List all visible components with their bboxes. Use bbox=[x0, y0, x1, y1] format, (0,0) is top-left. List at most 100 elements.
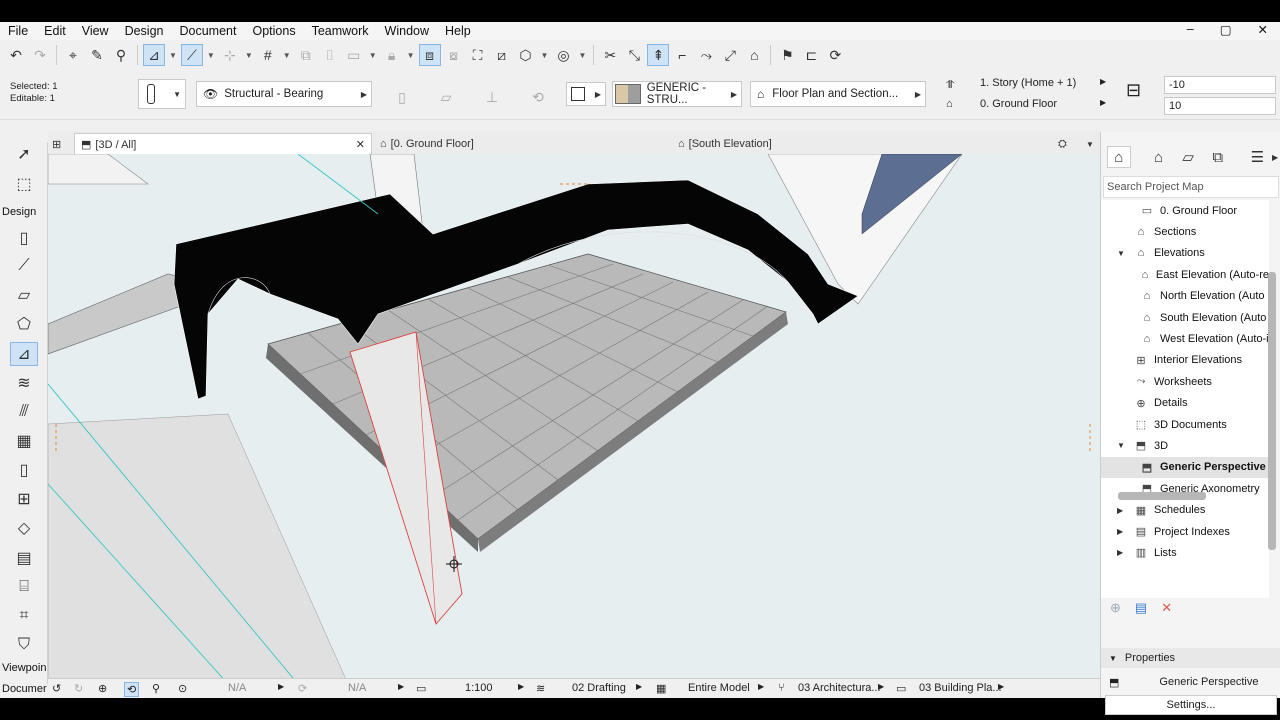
building-material-dropdown[interactable]: GENERIC - STRU... ▶ bbox=[612, 81, 742, 107]
floor-plan-display-dropdown[interactable]: ⌂ Floor Plan and Section... ▶ bbox=[750, 81, 926, 107]
shell-tool-icon[interactable]: ⌗ bbox=[10, 604, 38, 628]
tree-item[interactable]: ⌂ East Elevation (Auto-re bbox=[1101, 264, 1269, 285]
close-icon[interactable]: ✕ bbox=[356, 138, 365, 151]
tree-item[interactable]: ⌂ North Elevation (Auto bbox=[1101, 286, 1269, 307]
navigator-menu-icon[interactable]: ☰ bbox=[1246, 146, 1270, 168]
search-project-map-input[interactable]: Search Project Map bbox=[1103, 176, 1279, 198]
chevron-right-icon[interactable]: ▶ bbox=[518, 682, 524, 691]
ungroup-icon[interactable]: ⧇ bbox=[443, 44, 465, 66]
fit-in-window-icon[interactable]: ⊙ bbox=[178, 682, 187, 695]
zoom-in-icon[interactable]: ⊕ bbox=[98, 682, 107, 695]
fill-pattern-button[interactable]: ▶ bbox=[566, 82, 606, 106]
mesh-tool-icon[interactable]: ⊿ bbox=[10, 342, 38, 366]
view-map-icon[interactable]: ⌂ bbox=[1147, 146, 1171, 168]
door-tool-icon[interactable]: ▯ bbox=[10, 458, 38, 482]
home-story-value[interactable]: 1. Story (Home + 1) bbox=[980, 77, 1076, 89]
project-map-icon[interactable]: ⌂ bbox=[1107, 146, 1131, 168]
walk-icon[interactable]: ⚲ bbox=[152, 682, 160, 695]
suspend-groups-icon[interactable]: ⛶ bbox=[467, 44, 489, 66]
fillet-icon[interactable]: ⌐ bbox=[671, 44, 693, 66]
chevron-right-icon[interactable]: ▶ bbox=[636, 682, 642, 691]
roof-tool-icon[interactable]: ⬠ bbox=[10, 312, 38, 336]
morph-tool-icon[interactable]: ⛉ bbox=[10, 633, 38, 657]
lock-icon[interactable]: 🔒︎ bbox=[381, 44, 403, 66]
slanted-column-icon[interactable]: ▱ bbox=[435, 86, 457, 108]
orbit-icon[interactable]: ⟲ bbox=[124, 682, 140, 697]
inject-parameters-icon[interactable]: ✎ bbox=[86, 44, 108, 66]
marquee-tool-icon[interactable]: ⬚ bbox=[10, 172, 38, 196]
tree-item[interactable]: ▭ 0. Ground Floor bbox=[1101, 200, 1269, 221]
tab-ground-floor[interactable]: ⌂ [0. Ground Floor] bbox=[378, 133, 668, 155]
redo-icon[interactable]: ↷ bbox=[29, 44, 51, 66]
pick-up-parameters-icon[interactable]: ⌖ bbox=[62, 44, 84, 66]
chevron-down-icon[interactable]: ▼ bbox=[407, 51, 415, 60]
chevron-right-icon[interactable]: ▶ bbox=[1269, 146, 1280, 168]
menu-view[interactable]: View bbox=[74, 24, 117, 38]
tab-3d-all[interactable]: ⬒ [3D / All] ✕ bbox=[74, 133, 372, 155]
3d-navigation-icon[interactable]: ⬡ bbox=[515, 44, 537, 66]
undo-view-icon[interactable]: ↺ bbox=[52, 682, 61, 695]
stair-tool-icon[interactable]: ≋ bbox=[10, 371, 38, 395]
column-settings-button[interactable]: ▼ bbox=[138, 79, 186, 109]
split-icon[interactable]: ⤳ bbox=[695, 44, 717, 66]
navigator-vertical-scrollbar[interactable] bbox=[1268, 272, 1276, 550]
tree-item[interactable]: ⌂ West Elevation (Auto-i bbox=[1101, 328, 1269, 349]
resize-icon[interactable]: ⤢ bbox=[719, 44, 741, 66]
trace-icon[interactable]: ⧉ bbox=[295, 44, 317, 66]
guide-lines-icon[interactable]: ⟋ bbox=[180, 44, 203, 66]
menu-edit[interactable]: Edit bbox=[36, 24, 74, 38]
navigator-horizontal-scrollbar[interactable] bbox=[1118, 492, 1206, 500]
scale-value[interactable]: 1:100 bbox=[465, 682, 493, 694]
chevron-right-icon[interactable]: ▶ bbox=[758, 682, 764, 691]
zoom-value[interactable]: N/A bbox=[228, 682, 246, 694]
chevron-down-icon[interactable]: ▼ bbox=[1117, 249, 1127, 258]
grid-snap-icon[interactable]: # bbox=[257, 44, 279, 66]
slab-tool-icon[interactable]: ▱ bbox=[10, 283, 38, 307]
pen-set-value[interactable]: 03 Building Pla... bbox=[919, 682, 1002, 694]
bottom-offset-input[interactable]: 10 bbox=[1164, 97, 1276, 115]
layout-book-icon[interactable]: ▱ bbox=[1176, 146, 1200, 168]
chevron-right-icon[interactable]: ▶ bbox=[1117, 527, 1127, 536]
menu-file[interactable]: File bbox=[0, 24, 36, 38]
column-anchor-icon[interactable]: ⊥ bbox=[481, 86, 503, 108]
menu-help[interactable]: Help bbox=[437, 24, 479, 38]
chevron-down-icon[interactable]: ▼ bbox=[541, 51, 549, 60]
minimize-button[interactable]: – bbox=[1179, 22, 1202, 37]
rotation-icon[interactable]: ⟳ bbox=[298, 682, 307, 695]
tree-item[interactable]: ▼ ⬒ 3D bbox=[1101, 435, 1269, 456]
design-section-label[interactable]: Design bbox=[2, 206, 36, 218]
3d-viewport[interactable] bbox=[48, 154, 1100, 684]
3d-model-drawing[interactable] bbox=[48, 154, 1100, 684]
reference-icon[interactable]: ▭ bbox=[343, 44, 365, 66]
flag-icon[interactable]: ⚑ bbox=[776, 44, 798, 66]
chevron-right-icon[interactable]: ▶ bbox=[1117, 548, 1127, 557]
renovation-filter-value[interactable]: 03 Architectura... bbox=[798, 682, 881, 694]
group-icon[interactable]: ⧈ bbox=[418, 44, 441, 66]
window-tool-icon[interactable]: ⊞ bbox=[10, 487, 38, 511]
column-geometry-icon[interactable]: ▯ bbox=[391, 86, 413, 108]
tree-item[interactable]: ⊕ Details bbox=[1101, 393, 1269, 414]
restore-button[interactable]: ▢ bbox=[1212, 22, 1240, 37]
layer-combination-value[interactable]: 02 Drafting bbox=[572, 682, 626, 694]
trim-icon[interactable]: ✂ bbox=[599, 44, 621, 66]
tree-item[interactable]: ⬒ Generic Perspective bbox=[1101, 456, 1269, 478]
curtain-wall-tool-icon[interactable]: ▦ bbox=[10, 429, 38, 453]
offset-icon[interactable]: ⇞ bbox=[647, 44, 670, 66]
menu-document[interactable]: Document bbox=[172, 24, 245, 38]
tree-item[interactable]: ▶ ▥ Lists bbox=[1101, 542, 1269, 563]
view-options-icon[interactable]: ⛭ bbox=[1058, 133, 1067, 155]
publisher-sets-icon[interactable]: ⧉ bbox=[1206, 146, 1230, 168]
beam-tool-icon[interactable]: ⟋ bbox=[10, 254, 38, 278]
align-icon[interactable]: ⊏ bbox=[800, 44, 822, 66]
skylight-tool-icon[interactable]: ◇ bbox=[10, 516, 38, 540]
settings-button[interactable]: Settings... bbox=[1105, 695, 1277, 715]
tree-item[interactable]: ⌂ Sections bbox=[1101, 221, 1269, 242]
column-tool-icon[interactable]: ▯ bbox=[10, 226, 38, 250]
publish-icon[interactable]: ⟳ bbox=[824, 44, 846, 66]
roof-icon[interactable]: ⌂ bbox=[743, 44, 765, 66]
chevron-right-icon[interactable]: ▶ bbox=[878, 682, 884, 691]
redo-view-icon[interactable]: ↻ bbox=[74, 682, 83, 695]
chevron-down-icon[interactable]: ▼ bbox=[283, 51, 291, 60]
tree-item[interactable]: ▶ ▦ Schedules bbox=[1101, 500, 1269, 521]
tree-item[interactable]: ⌂ South Elevation (Auto bbox=[1101, 307, 1269, 328]
